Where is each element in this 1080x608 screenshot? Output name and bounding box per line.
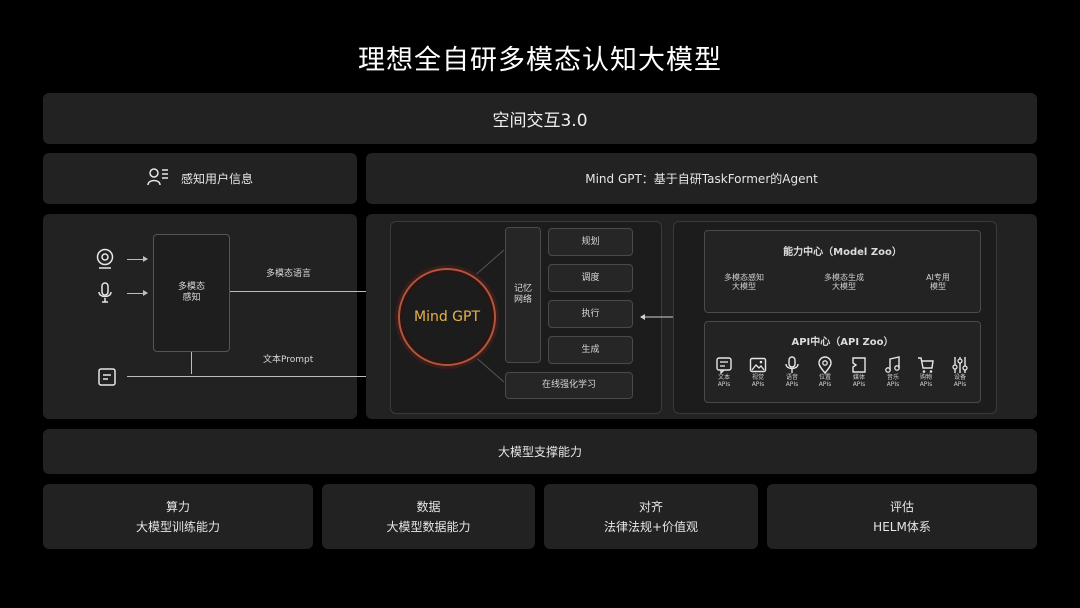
api-item-text: 文本 APIs — [712, 356, 736, 396]
text-prompt-arrow — [127, 373, 381, 379]
api-item-music: 音乐 APIs — [881, 356, 905, 396]
music-icon — [881, 356, 905, 374]
card-alignment: 对齐 法律法规+价值观 — [544, 484, 758, 549]
model-zoo-title: 能力中心（Model Zoo） — [783, 247, 902, 258]
microphone-icon — [97, 282, 113, 308]
perception-panel: 多模态 感知 多模态语言 文本Prompt — [43, 214, 381, 419]
top-bar-spatial-interaction: 空间交互3.0 — [43, 93, 1037, 144]
api-zoo-box: API中心（API Zoo） 文本 APIs 视觉 APIs 语音 APIs 位… — [704, 321, 981, 403]
perception-down-line — [191, 352, 192, 374]
api-label-shopping: 购物 APIs — [919, 374, 933, 388]
api-label-location: 位置 APIs — [818, 374, 832, 388]
api-item-voice: 语音 APIs — [780, 356, 804, 396]
step-scheduling: 调度 — [548, 264, 633, 292]
card-compute-subtitle: 大模型训练能力 — [135, 520, 220, 534]
microphone-arrow — [127, 290, 148, 296]
camera-icon — [95, 248, 115, 274]
card-evaluation-subtitle: HELM体系 — [873, 520, 931, 534]
card-data: 数据 大模型数据能力 — [322, 484, 535, 549]
mindgpt-core-circle: Mind GPT — [398, 268, 496, 366]
perception-header: 感知用户信息 — [43, 153, 357, 204]
step-generation: 生成 — [548, 336, 633, 364]
text-icon — [712, 356, 736, 374]
step-execution: 执行 — [548, 300, 633, 328]
api-item-shopping: 购物 APIs — [914, 356, 938, 396]
arrow-label-text-prompt: 文本Prompt — [263, 355, 314, 365]
arrow-label-multimodal-language: 多模态语言 — [266, 269, 312, 279]
api-label-voice: 语音 APIs — [785, 374, 799, 388]
image-icon — [746, 356, 770, 374]
model-zoo-item-multimodal-generation: 多模态生成 大模型 — [824, 273, 864, 291]
api-label-text: 文本 APIs — [717, 374, 731, 388]
api-item-device: 设备 APIs — [948, 356, 972, 396]
card-compute-title: 算力 — [165, 500, 190, 514]
page-title: 理想全自研多模态认知大模型 — [358, 45, 722, 76]
api-item-location: 位置 APIs — [813, 356, 837, 396]
api-label-music: 音乐 APIs — [886, 374, 900, 388]
card-compute: 算力 大模型训练能力 — [43, 484, 313, 549]
model-support-bar: 大模型支撑能力 — [43, 429, 1037, 474]
card-evaluation-title: 评估 — [889, 500, 914, 514]
card-alignment-title: 对齐 — [638, 500, 663, 514]
mindgpt-core-label: Mind GPT — [413, 309, 481, 325]
cart-icon — [914, 356, 938, 374]
api-label-device: 设备 APIs — [953, 374, 967, 388]
api-zoo-title: API中心（API Zoo） — [791, 337, 894, 348]
api-label-media: 媒体 APIs — [852, 374, 866, 388]
text-message-icon — [98, 368, 116, 390]
step-planning: 规划 — [548, 228, 633, 256]
model-zoo-item-multimodal-perception: 多模态感知 大模型 — [724, 273, 764, 291]
multimodal-perception-box: 多模态 感知 — [153, 234, 230, 352]
agent-header: Mind GPT：基于自研TaskFormer的Agent — [366, 153, 1037, 204]
camera-arrow — [127, 256, 148, 262]
card-alignment-subtitle: 法律法规+价值观 — [603, 520, 699, 534]
api-item-vision: 视觉 APIs — [746, 356, 770, 396]
card-data-subtitle: 大模型数据能力 — [386, 520, 471, 534]
multimodal-language-arrow — [230, 288, 381, 294]
location-icon — [813, 356, 837, 374]
api-item-media: 媒体 APIs — [847, 356, 871, 396]
api-label-vision: 视觉 APIs — [751, 374, 765, 388]
model-zoo-box: 能力中心（Model Zoo） 多模态感知 大模型 多模态生成 大模型 AI专用… — [704, 230, 981, 313]
card-evaluation: 评估 HELM体系 — [767, 484, 1037, 549]
memory-network-box: 记忆 网络 — [505, 227, 541, 363]
user-info-icon — [147, 167, 169, 191]
settings-sliders-icon — [948, 356, 972, 374]
microphone-icon — [780, 356, 804, 374]
online-reinforcement-learning-box: 在线强化学习 — [505, 372, 633, 399]
card-data-title: 数据 — [416, 500, 441, 514]
media-icon — [847, 356, 871, 374]
perception-header-label: 感知用户信息 — [180, 172, 253, 186]
model-zoo-item-ai-specific: AI专用 模型 — [926, 273, 950, 291]
